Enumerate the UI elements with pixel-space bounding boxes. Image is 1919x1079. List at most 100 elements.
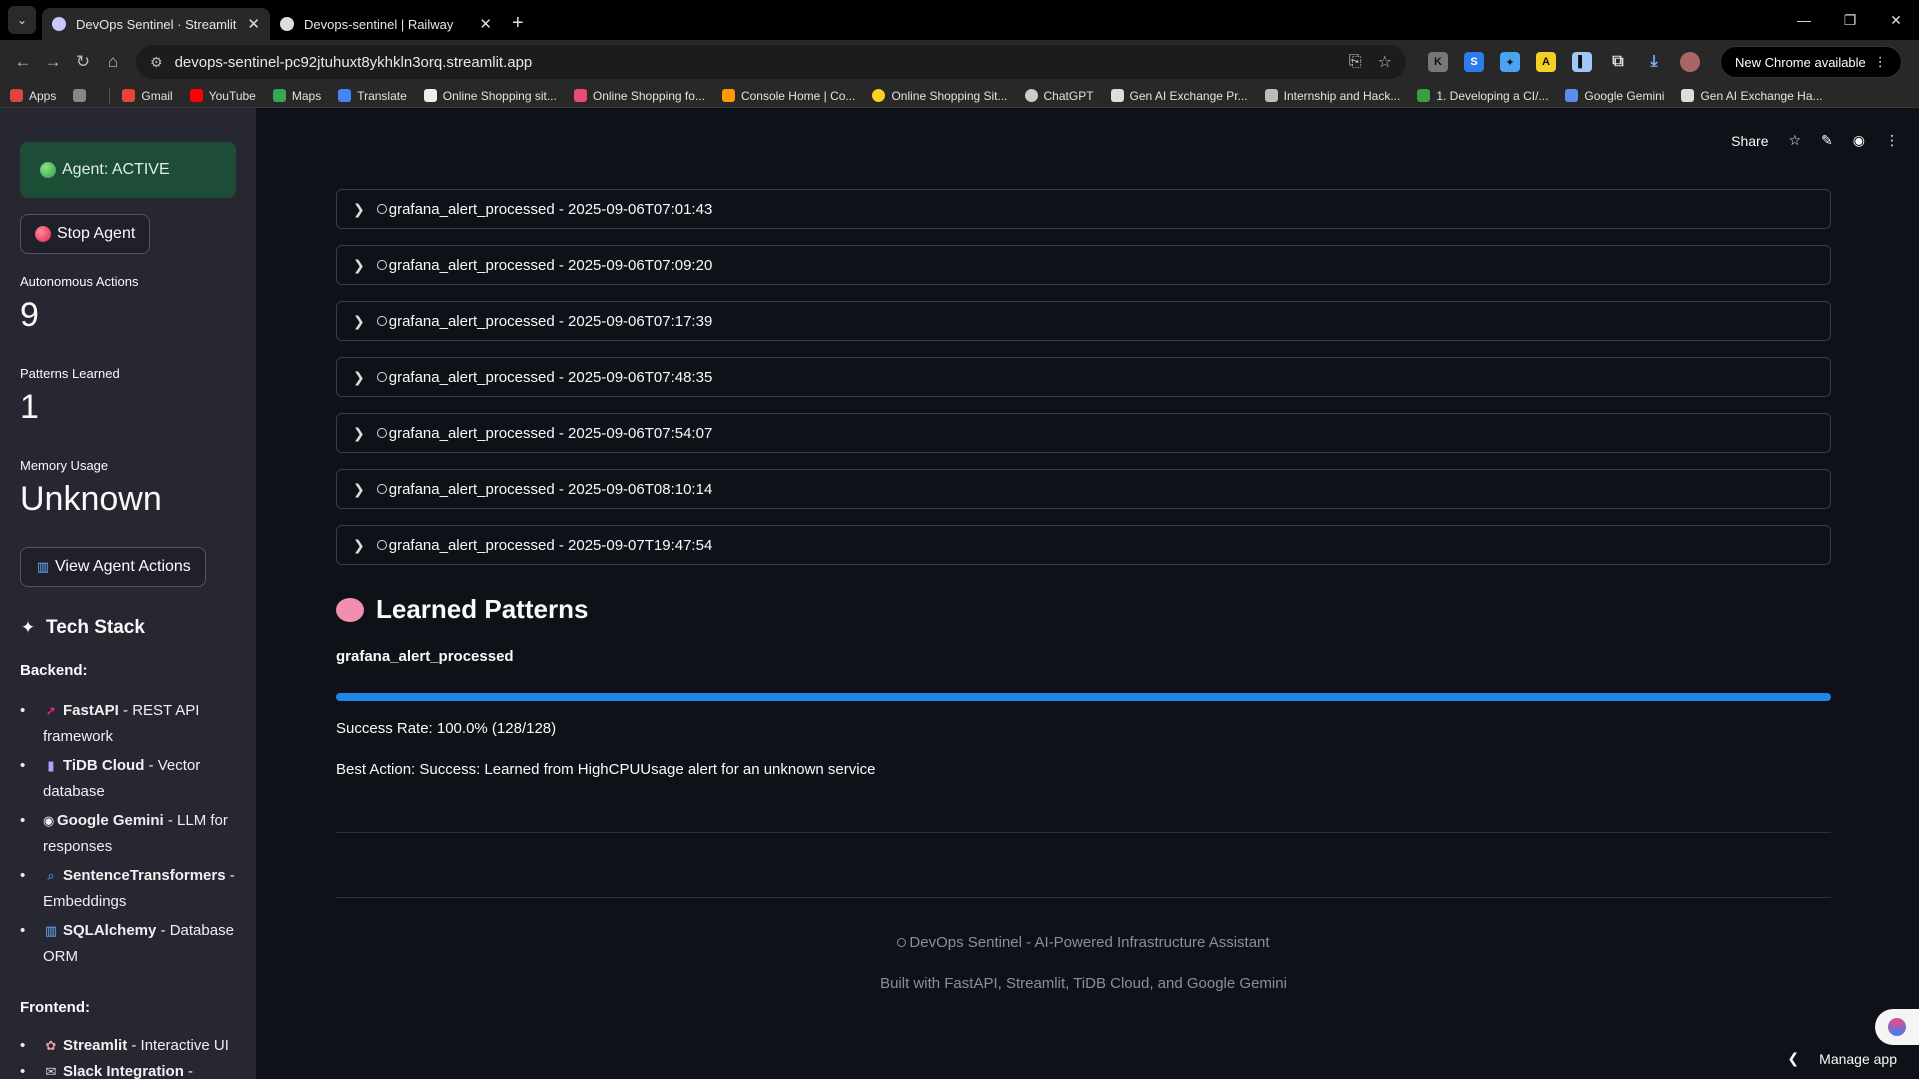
tech-name: SQLAlchemy — [63, 922, 157, 939]
extension-icon[interactable]: ▌ — [1572, 52, 1592, 72]
success-rate-text: Success Rate: 100.0% (128/128) — [336, 720, 557, 737]
bookmark-label: Maps — [291, 88, 322, 103]
home-icon[interactable]: ⌂ — [98, 52, 128, 72]
bookmark-label: Google Gemini — [1584, 88, 1665, 103]
bookmark-gemini[interactable]: Google Gemini — [1565, 89, 1664, 103]
leaf-icon — [1417, 89, 1431, 102]
back-icon[interactable]: ← — [8, 52, 38, 72]
forward-icon[interactable]: → — [38, 52, 68, 72]
more-menu-icon[interactable]: ⋮ — [1874, 54, 1887, 70]
event-title: grafana_alert_processed - 2025-09-07T19:… — [388, 536, 713, 554]
tab-devops-sentinel[interactable]: DevOps Sentinel · Streamlit ✕ — [42, 8, 270, 40]
event-expander[interactable]: ❯ grafana_alert_processed - 2025-09-07T19… — [336, 525, 1831, 565]
event-title: grafana_alert_processed - 2025-09-06T07:… — [388, 424, 713, 442]
view-agent-actions-label: View Agent Actions — [55, 558, 191, 575]
robot-icon — [376, 540, 387, 550]
bookmark-flipkart[interactable]: Online Shopping Sit... — [872, 89, 1008, 103]
close-window-icon[interactable]: ✕ — [1873, 12, 1919, 29]
event-title: grafana_alert_processed - 2025-09-06T07:… — [388, 256, 713, 274]
streamlit-favicon-icon — [52, 17, 66, 31]
event-expander[interactable]: ❯ grafana_alert_processed - 2025-09-06T07… — [336, 301, 1831, 341]
tech-name: TiDB Cloud — [63, 757, 145, 774]
reload-icon[interactable]: ↻ — [68, 52, 98, 72]
grid-icon — [73, 89, 87, 102]
robot-icon — [376, 204, 387, 214]
green-circle-icon — [40, 162, 56, 178]
bookmark-amazon[interactable]: Online Shopping sit... — [423, 89, 557, 103]
bookmark-grid[interactable] — [73, 89, 92, 102]
event-expander[interactable]: ❯ grafana_alert_processed - 2025-09-06T07… — [336, 413, 1831, 453]
bookmark-chatgpt[interactable]: ChatGPT — [1024, 89, 1094, 103]
streamlit-helper-button[interactable] — [1875, 1009, 1919, 1045]
download-icon[interactable]: ⤓ — [1644, 52, 1664, 72]
profile-avatar[interactable] — [1680, 52, 1700, 72]
close-tab-icon[interactable]: ✕ — [247, 15, 260, 33]
chevron-right-icon: ❯ — [353, 424, 365, 441]
event-expander[interactable]: ❯ grafana_alert_processed - 2025-09-06T07… — [336, 245, 1831, 285]
backend-label: Backend: — [20, 662, 88, 679]
learned-patterns-heading: Learned Patterns — [336, 594, 588, 625]
restore-icon[interactable]: ❐ — [1827, 12, 1873, 29]
new-chrome-label: New Chrome available — [1735, 54, 1866, 70]
bookmark-label: Translate — [357, 88, 407, 103]
url-text[interactable]: devops-sentinel-pc92jtuhuxt8ykhkln3orq.s… — [175, 54, 1333, 71]
event-title: grafana_alert_processed - 2025-09-06T08:… — [388, 480, 713, 498]
bookmark-apps[interactable]: Apps — [10, 89, 56, 103]
manage-app-button[interactable]: ❮ Manage app — [1787, 1050, 1897, 1067]
aws-icon — [721, 89, 735, 102]
event-expander[interactable]: ❯ grafana_alert_processed - 2025-09-06T07… — [336, 189, 1831, 229]
railway-favicon-icon — [280, 17, 294, 31]
bookmark-separator — [109, 87, 111, 104]
bookmark-translate[interactable]: Translate — [338, 89, 407, 103]
amazon-icon — [423, 89, 437, 102]
bookmark-cicd[interactable]: 1. Developing a CI/... — [1417, 89, 1548, 103]
bookmark-star-icon[interactable]: ☆ — [1378, 52, 1392, 72]
stop-agent-button[interactable]: Stop Agent — [20, 214, 151, 254]
event-expander[interactable]: ❯ grafana_alert_processed - 2025-09-06T08… — [336, 469, 1831, 509]
star-icon[interactable]: ☆ — [1788, 132, 1801, 149]
bookmark-internship[interactable]: Internship and Hack... — [1264, 89, 1400, 103]
event-expander[interactable]: ❯ grafana_alert_processed - 2025-09-06T07… — [336, 357, 1831, 397]
extension-icon[interactable]: K — [1428, 52, 1448, 72]
extension-icon[interactable]: A — [1536, 52, 1556, 72]
bookmark-genai-1[interactable]: Gen AI Exchange Pr... — [1110, 89, 1248, 103]
address-bar-row: ← → ↻ ⌂ ⚙ devops-sentinel-pc92jtuhuxt8yk… — [0, 40, 1919, 84]
edit-pencil-icon[interactable]: ✎ — [1821, 132, 1833, 149]
extension-icon[interactable]: S — [1464, 52, 1484, 72]
list-item: ✉ Slack Integration - — [20, 1059, 240, 1079]
bookmark-console[interactable]: Console Home | Co... — [721, 88, 856, 103]
more-menu-icon[interactable]: ⋮ — [1885, 132, 1899, 149]
site-info-icon[interactable]: ⚙ — [150, 54, 163, 71]
agent-status-banner: Agent: ACTIVE — [20, 142, 236, 198]
new-chrome-available-button[interactable]: New Chrome available ⋮ — [1720, 46, 1902, 78]
list-item: ➚FastAPI - REST API framework — [20, 698, 240, 750]
new-tab-icon[interactable]: + — [512, 12, 524, 35]
github-icon[interactable]: ◉ — [1853, 132, 1865, 149]
install-app-icon[interactable]: ⎘ — [1349, 53, 1362, 71]
bookmark-label: Gen AI Exchange Ha... — [1700, 88, 1823, 103]
tab-railway[interactable]: Devops-sentinel | Railway ✕ — [270, 8, 502, 40]
event-title: grafana_alert_processed - 2025-09-06T07:… — [388, 200, 713, 218]
view-agent-actions-button[interactable]: ▥ View Agent Actions — [20, 547, 206, 587]
bookmark-maps[interactable]: Maps — [272, 88, 322, 103]
list-item: ▥SQLAlchemy - Database ORM — [20, 918, 240, 970]
tab-search-button[interactable]: ⌄ — [8, 6, 36, 34]
bookmark-genai-2[interactable]: Gen AI Exchange Ha... — [1681, 88, 1823, 103]
omnibox[interactable]: ⚙ devops-sentinel-pc92jtuhuxt8ykhkln3orq… — [136, 45, 1406, 79]
close-tab-icon[interactable]: ✕ — [479, 15, 492, 33]
frontend-list: ✿ Streamlit - Interactive UI ✉ Slack Integ… — [20, 1033, 240, 1079]
bookmark-myntra[interactable]: Online Shopping fo... — [573, 89, 705, 103]
red-circle-icon — [35, 226, 51, 242]
extension-icon[interactable]: ✦ — [1500, 52, 1520, 72]
bookmark-youtube[interactable]: YouTube — [189, 89, 256, 103]
puzzle-extensions-icon[interactable]: ⧉ — [1608, 52, 1628, 72]
gmail-icon — [122, 89, 136, 102]
bookmark-label: Console Home | Co... — [740, 88, 856, 103]
robot-icon — [376, 428, 387, 438]
robot-icon — [376, 260, 387, 270]
streamlit-app: Agent: ACTIVE Stop Agent Autonomous Acti… — [0, 108, 1919, 1079]
minimize-icon[interactable]: — — [1781, 12, 1827, 28]
bookmark-gmail[interactable]: Gmail — [122, 89, 173, 103]
progress-fill — [336, 693, 1831, 701]
share-button[interactable]: Share — [1731, 133, 1768, 149]
